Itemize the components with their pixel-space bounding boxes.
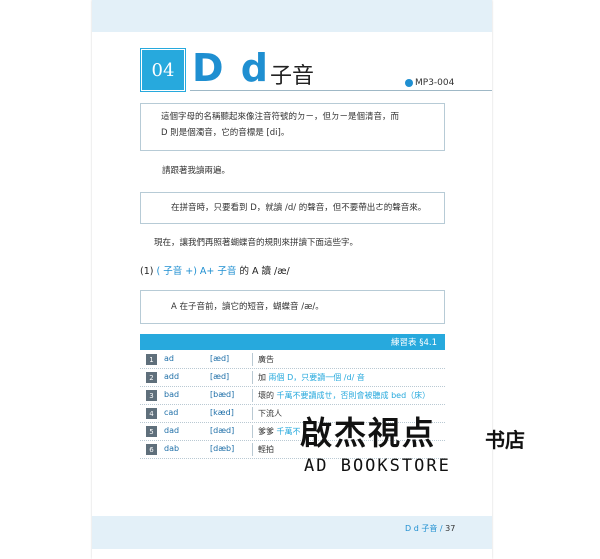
lesson-title: 子音: [270, 64, 315, 89]
row-meaning-text: 加: [258, 373, 269, 382]
row-meaning-text: 壞的: [258, 391, 277, 400]
row-ipa: [dæd]: [210, 426, 235, 435]
row-note: 千萬不: [276, 427, 301, 436]
title-rule: [190, 90, 492, 91]
row-number: 3: [146, 390, 157, 401]
follow-instruction: 請跟著我讀兩遍。: [162, 166, 231, 176]
now-instruction: 現在，讓我們再照著蝴蝶音的規則來拼讀下面這些字。: [154, 238, 359, 248]
row-meaning-text: 下流人: [258, 409, 282, 418]
table-row: 1 ad [æd] 廣告: [140, 351, 445, 369]
page-footer: D d 子音 / 37: [405, 523, 455, 534]
section-prefix: (1): [140, 266, 154, 277]
row-note: 千萬不要讀成ㄝ，否則會被聽成 bed（床）: [276, 391, 431, 400]
tip-text: 在拼音時，只要看到 D，就讀 /d/ 的聲音，但不要帶出ㄜ的聲音來。: [171, 203, 427, 213]
row-meaning: 廣告: [258, 354, 274, 365]
top-band: [92, 0, 492, 32]
row-word: dab: [164, 444, 180, 453]
lesson-letters: D d: [192, 46, 270, 90]
row-word: dad: [164, 426, 180, 435]
row-number: 1: [146, 354, 157, 365]
tip-box: 在拼音時，只要看到 D，就讀 /d/ 的聲音，但不要帶出ㄜ的聲音來。: [140, 192, 445, 224]
section-heading: (1) ( 子音 +) A+ 子音 的 A 讀 /æ/: [140, 263, 290, 277]
watermark-en: AD BOOKSTORE: [304, 456, 451, 476]
row-word: bad: [164, 390, 180, 399]
intro-line-2: D 則是個濁音，它的音標是 [di]。: [161, 128, 290, 138]
rule-text: A 在子音前，讀它的短音，蝴蝶音 /æ/。: [171, 302, 324, 312]
table-row: 2 add [æd] 加 兩個 D，只要讀一個 /d/ 音: [140, 369, 445, 387]
audio-track-label: MP3-004: [415, 78, 455, 88]
table-row: 3 bad [bæd] 壞的 千萬不要讀成ㄝ，否則會被聽成 bed（床）: [140, 387, 445, 405]
row-ipa: [kæd]: [210, 408, 234, 417]
row-number: 2: [146, 372, 157, 383]
row-meaning: 壞的 千萬不要讀成ㄝ，否則會被聽成 bed（床）: [258, 390, 430, 401]
intro-box: 這個字母的名稱聽起來像注音符號的ㄉㄧ，但ㄉㄧ是個清音，而 D 則是個濁音，它的音…: [140, 103, 445, 151]
section-formula: ( 子音 +) A+ 子音: [156, 266, 237, 277]
row-meaning: 輕拍: [258, 444, 274, 455]
store-watermark: 啟杰視点 书店 AD BOOKSTORE: [300, 408, 560, 478]
row-divider: [252, 407, 253, 420]
intro-line-1: 這個字母的名稱聽起來像注音符號的ㄉㄧ，但ㄉㄧ是個清音，而: [161, 112, 400, 122]
row-note: 兩個 D，只要讀一個 /d/ 音: [268, 373, 365, 382]
row-divider: [252, 371, 253, 384]
chapter-number: 04: [142, 50, 184, 90]
row-divider: [252, 389, 253, 402]
row-divider: [252, 443, 253, 456]
rule-box: A 在子音前，讀它的短音，蝴蝶音 /æ/。: [140, 290, 445, 324]
row-ipa: [bæd]: [210, 390, 235, 399]
page-number: 37: [445, 524, 456, 533]
row-divider: [252, 425, 253, 438]
practice-table-title: 練習表 §4.1: [391, 338, 437, 348]
row-word: add: [164, 372, 180, 381]
audio-track[interactable]: MP3-004: [405, 78, 454, 88]
watermark-cn-small: 书店: [485, 428, 525, 452]
row-divider: [252, 353, 253, 366]
row-meaning-text: 廣告: [258, 355, 274, 364]
row-ipa: [dæb]: [210, 444, 235, 453]
row-number: 4: [146, 408, 157, 419]
footer-label: D d 子音: [405, 524, 438, 533]
row-number: 6: [146, 444, 157, 455]
row-ipa: [æd]: [210, 372, 230, 381]
section-suffix: 的 A 讀 /æ/: [239, 266, 290, 277]
watermark-cn: 啟杰視点: [300, 414, 437, 452]
row-meaning: 下流人: [258, 408, 282, 419]
row-meaning: 加 兩個 D，只要讀一個 /d/ 音: [258, 372, 365, 383]
row-meaning-text: 爹爹: [258, 427, 277, 436]
row-word: cad: [164, 408, 179, 417]
row-meaning-text: 輕拍: [258, 445, 274, 454]
row-word: ad: [164, 354, 174, 363]
row-number: 5: [146, 426, 157, 437]
practice-table-header: 練習表 §4.1: [140, 334, 445, 350]
disc-icon: [405, 79, 413, 87]
row-ipa: [æd]: [210, 354, 230, 363]
row-meaning: 爹爹 千萬不: [258, 426, 301, 437]
